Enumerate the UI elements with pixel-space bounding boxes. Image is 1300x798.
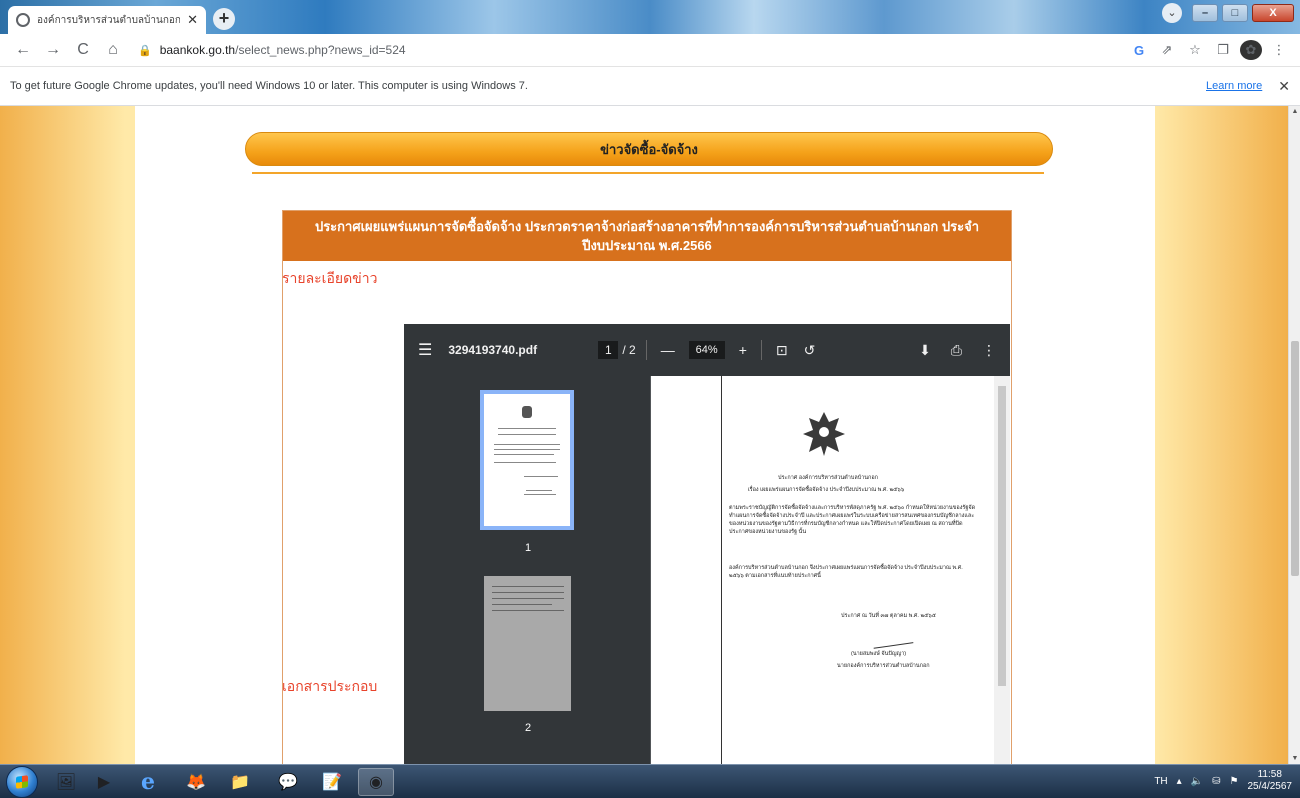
close-window-button[interactable]: X <box>1252 4 1294 22</box>
action-center-icon[interactable]: ⚑ <box>1230 776 1239 787</box>
browser-toolbar: ← → C ⌂ 🔒 baankok.go.th/select_news.php?… <box>0 34 1300 66</box>
clock[interactable]: 11:58 25/4/2567 <box>1248 769 1293 793</box>
windows-taskbar: 🖼 ▶ e 🦊 📁 💬 📝 ◉ TH ▴ 🔈 ⛁ ⚑ 11:58 25/4/25… <box>0 764 1300 798</box>
banner-divider <box>252 172 1044 174</box>
download-icon[interactable]: ⬇ <box>919 342 931 359</box>
pdf-separator <box>645 340 647 360</box>
page-scrollbar[interactable]: ▲ ▼ <box>1288 106 1300 764</box>
file-explorer-icon[interactable]: 📁 <box>222 768 258 796</box>
fit-page-icon[interactable]: ⊡ <box>776 342 788 359</box>
pdf-more-icon[interactable]: ⋮ <box>982 342 996 359</box>
scroll-down-icon[interactable]: ▼ <box>1289 755 1300 762</box>
address-bar[interactable]: 🔒 baankok.go.th/select_news.php?news_id=… <box>130 37 1124 63</box>
pdf-scrollbar[interactable] <box>994 376 1010 764</box>
lock-icon: 🔒 <box>138 44 152 57</box>
pdf-viewer[interactable]: ☰ 3294193740.pdf 1 / 2 — 64% + ⊡ ↺ ⬇ ⎙ ⋮ <box>404 324 1010 764</box>
doc-paragraph-1: ตามพระราชบัญญัติการจัดซื้อจัดจ้างและการบ… <box>729 505 976 535</box>
doc-subject: เรื่อง เผยแพร่แผนการจัดซื้อจัดจ้าง ประจำ… <box>747 487 905 493</box>
firefox-icon[interactable]: 🦊 <box>178 768 214 796</box>
start-button[interactable] <box>6 766 38 798</box>
line-app-icon[interactable]: 💬 <box>270 768 306 796</box>
pdf-thumbnail-page-1[interactable] <box>480 390 574 530</box>
pdf-toolbar: ☰ 3294193740.pdf 1 / 2 — 64% + ⊡ ↺ ⬇ ⎙ ⋮ <box>404 324 1010 376</box>
pdf-page-area: ประกาศ องค์การบริหารส่วนตำบลบ้านกอก เรื่… <box>651 376 1010 764</box>
word-icon[interactable]: 📝 <box>314 768 350 796</box>
pdf-menu-icon[interactable]: ☰ <box>418 340 432 360</box>
chrome-taskbar-icon[interactable]: ◉ <box>358 768 394 796</box>
zoom-in-button[interactable]: + <box>739 342 747 358</box>
system-tray: TH ▴ 🔈 ⛁ ⚑ 11:58 25/4/2567 <box>1154 769 1292 793</box>
forward-button[interactable]: → <box>40 37 66 63</box>
bookmark-star-icon[interactable]: ☆ <box>1184 42 1206 58</box>
news-title: ประกาศเผยแพร่แผนการจัดซื้อจัดจ้าง ประกวด… <box>283 211 1011 261</box>
clock-date: 25/4/2567 <box>1247 781 1293 792</box>
volume-icon[interactable]: 🔈 <box>1191 776 1203 787</box>
scroll-up-icon[interactable]: ▲ <box>1289 108 1300 115</box>
pdf-thumbnail-page-2[interactable] <box>484 576 571 711</box>
home-button[interactable]: ⌂ <box>100 37 126 63</box>
doc-position: นายกองค์การบริหารส่วนตำบลบ้านกอก <box>837 663 930 669</box>
thumbnail-label-1: 1 <box>524 542 532 554</box>
thumbnail-label-2: 2 <box>524 722 532 734</box>
news-detail-label: รายละเอียดข่าว <box>282 270 378 286</box>
page-scroll-thumb[interactable] <box>1291 341 1299 576</box>
google-translate-icon[interactable]: G <box>1128 43 1150 58</box>
tab-title: องค์การบริหารส่วนตำบลบ้านกอก อำเ <box>37 14 181 26</box>
pdf-page-input[interactable]: 1 <box>598 341 619 359</box>
pdf-filename: 3294193740.pdf <box>448 343 538 357</box>
reload-button[interactable]: C <box>70 37 96 63</box>
side-panel-icon[interactable]: ❐ <box>1212 42 1234 58</box>
pdf-thumbnail-sidebar: 1 2 <box>404 376 650 764</box>
minimize-button[interactable]: – <box>1192 4 1218 22</box>
tray-expand-icon[interactable]: ▴ <box>1177 776 1182 787</box>
globe-icon <box>16 13 30 27</box>
pdf-page-total: / 2 <box>622 343 636 357</box>
doc-heading: ประกาศ องค์การบริหารส่วนตำบลบ้านกอก <box>777 475 879 481</box>
emblem-icon <box>522 406 532 418</box>
internet-explorer-icon[interactable]: e <box>130 768 166 796</box>
url-host: baankok.go.th <box>159 43 236 57</box>
doc-signer: (นายสมพงษ์ จันปัญญา) <box>851 651 907 657</box>
tab-close-button[interactable]: ✕ <box>187 12 198 28</box>
browser-tab[interactable]: องค์การบริหารส่วนตำบลบ้านกอก อำเ ✕ <box>8 6 206 34</box>
signature-mark <box>872 635 914 649</box>
window-titlebar: องค์การบริหารส่วนตำบลบ้านกอก อำเ ✕ + ⌄ –… <box>0 0 1300 34</box>
rotate-icon[interactable]: ↺ <box>804 342 816 359</box>
pdf-zoom-input[interactable]: 64% <box>688 341 725 359</box>
clock-time: 11:58 <box>1257 769 1282 780</box>
attachment-label: เอกสารประกอบ <box>282 678 378 694</box>
doc-date: ประกาศ ณ วันที่ ๓๗ ตุลาคม พ.ศ. ๒๕๖๕ <box>841 613 936 619</box>
media-player-icon[interactable]: ▶ <box>86 768 122 796</box>
infobar-close-button[interactable]: ✕ <box>1278 78 1290 95</box>
pinned-app-icon[interactable]: 🖼 <box>48 768 84 796</box>
back-button[interactable]: ← <box>10 37 36 63</box>
update-infobar: To get future Google Chrome updates, you… <box>0 66 1300 106</box>
profile-avatar[interactable]: ✿ <box>1240 40 1262 60</box>
pdf-page-1: ประกาศ องค์การบริหารส่วนตำบลบ้านกอก เรื่… <box>651 376 994 764</box>
tab-search-button[interactable]: ⌄ <box>1162 3 1182 23</box>
infobar-message: To get future Google Chrome updates, you… <box>10 80 528 92</box>
language-indicator[interactable]: TH <box>1154 776 1167 787</box>
network-icon[interactable]: ⛁ <box>1212 776 1220 787</box>
garuda-emblem-icon <box>799 408 849 460</box>
print-icon[interactable]: ⎙ <box>951 342 962 359</box>
learn-more-link[interactable]: Learn more <box>1206 80 1262 92</box>
chrome-menu-icon[interactable]: ⋮ <box>1268 42 1290 58</box>
maximize-button[interactable]: □ <box>1222 4 1248 22</box>
share-icon[interactable]: ⇗ <box>1156 42 1178 58</box>
url-path: /select_news.php?news_id=524 <box>235 43 406 57</box>
zoom-out-button[interactable]: — <box>661 342 675 358</box>
new-tab-button[interactable]: + <box>213 8 235 30</box>
page-viewport: ข่าวจัดซื้อ-จัดจ้าง ประกาศเผยแพร่แผนการจ… <box>0 106 1288 764</box>
pdf-separator <box>760 340 762 360</box>
doc-paragraph-2: องค์การบริหารส่วนตำบลบ้านกอก จึงประกาศเผ… <box>729 565 963 579</box>
section-banner: ข่าวจัดซื้อ-จัดจ้าง <box>245 132 1053 166</box>
